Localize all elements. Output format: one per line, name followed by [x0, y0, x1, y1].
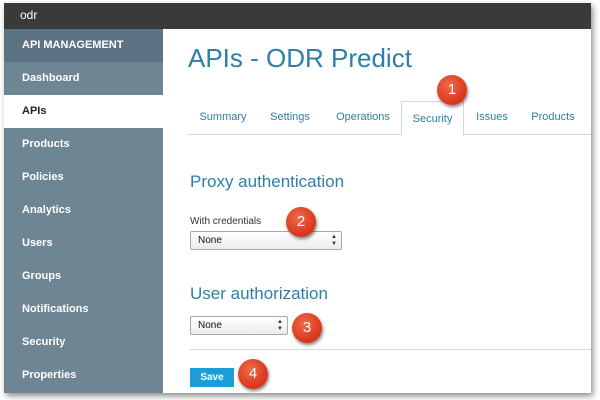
- sidebar-item-properties[interactable]: Properties: [4, 359, 163, 392]
- callout-4: 4: [238, 359, 268, 389]
- select-arrows-icon: ▲ ▼: [277, 319, 283, 332]
- sidebar-item-groups[interactable]: Groups: [4, 260, 163, 293]
- sidebar-heading: API MANAGEMENT: [4, 29, 163, 62]
- callout-3: 3: [292, 313, 322, 343]
- user-authorization-heading: User authorization: [190, 284, 328, 303]
- tab-security[interactable]: Security: [401, 101, 464, 136]
- top-bar: odr: [4, 3, 591, 29]
- sidebar-item-policies[interactable]: Policies: [4, 161, 163, 194]
- proxy-authentication-heading: Proxy authentication: [190, 172, 345, 191]
- callout-1: 1: [437, 75, 467, 105]
- tab-products[interactable]: Products: [524, 100, 582, 134]
- app-name: odr: [20, 8, 38, 22]
- user-auth-selected-value: None: [198, 320, 222, 331]
- save-button[interactable]: Save: [190, 368, 234, 387]
- sidebar-item-apis[interactable]: APIs: [4, 95, 163, 128]
- tab-issues[interactable]: Issues: [470, 100, 514, 134]
- app-window: odr API MANAGEMENT Dashboard APIs Produc…: [4, 3, 591, 393]
- sidebar-item-users[interactable]: Users: [4, 227, 163, 260]
- proxy-auth-selected-value: None: [198, 235, 222, 246]
- form-divider: [190, 349, 591, 350]
- tab-operations[interactable]: Operations: [327, 100, 399, 134]
- sidebar-item-notifications[interactable]: Notifications: [4, 293, 163, 326]
- tab-summary[interactable]: Summary: [191, 100, 255, 134]
- callout-2: 2: [286, 207, 316, 237]
- sidebar-item-dashboard[interactable]: Dashboard: [4, 62, 163, 95]
- user-auth-select[interactable]: None ▲ ▼: [190, 316, 288, 335]
- tab-settings[interactable]: Settings: [261, 100, 319, 134]
- tab-bar: Summary Settings Operations Security Iss…: [187, 100, 591, 136]
- select-arrows-icon: ▲ ▼: [331, 234, 337, 247]
- page-title: APIs - ODR Predict: [188, 43, 412, 73]
- with-credentials-label: With credentials: [190, 216, 262, 227]
- main-content: APIs - ODR Predict Summary Settings Oper…: [163, 29, 591, 393]
- proxy-auth-select[interactable]: None ▲ ▼: [190, 231, 342, 250]
- sidebar-item-security[interactable]: Security: [4, 326, 163, 359]
- sidebar-item-products[interactable]: Products: [4, 128, 163, 161]
- sidebar-item-analytics[interactable]: Analytics: [4, 194, 163, 227]
- sidebar: API MANAGEMENT Dashboard APIs Products P…: [4, 29, 163, 393]
